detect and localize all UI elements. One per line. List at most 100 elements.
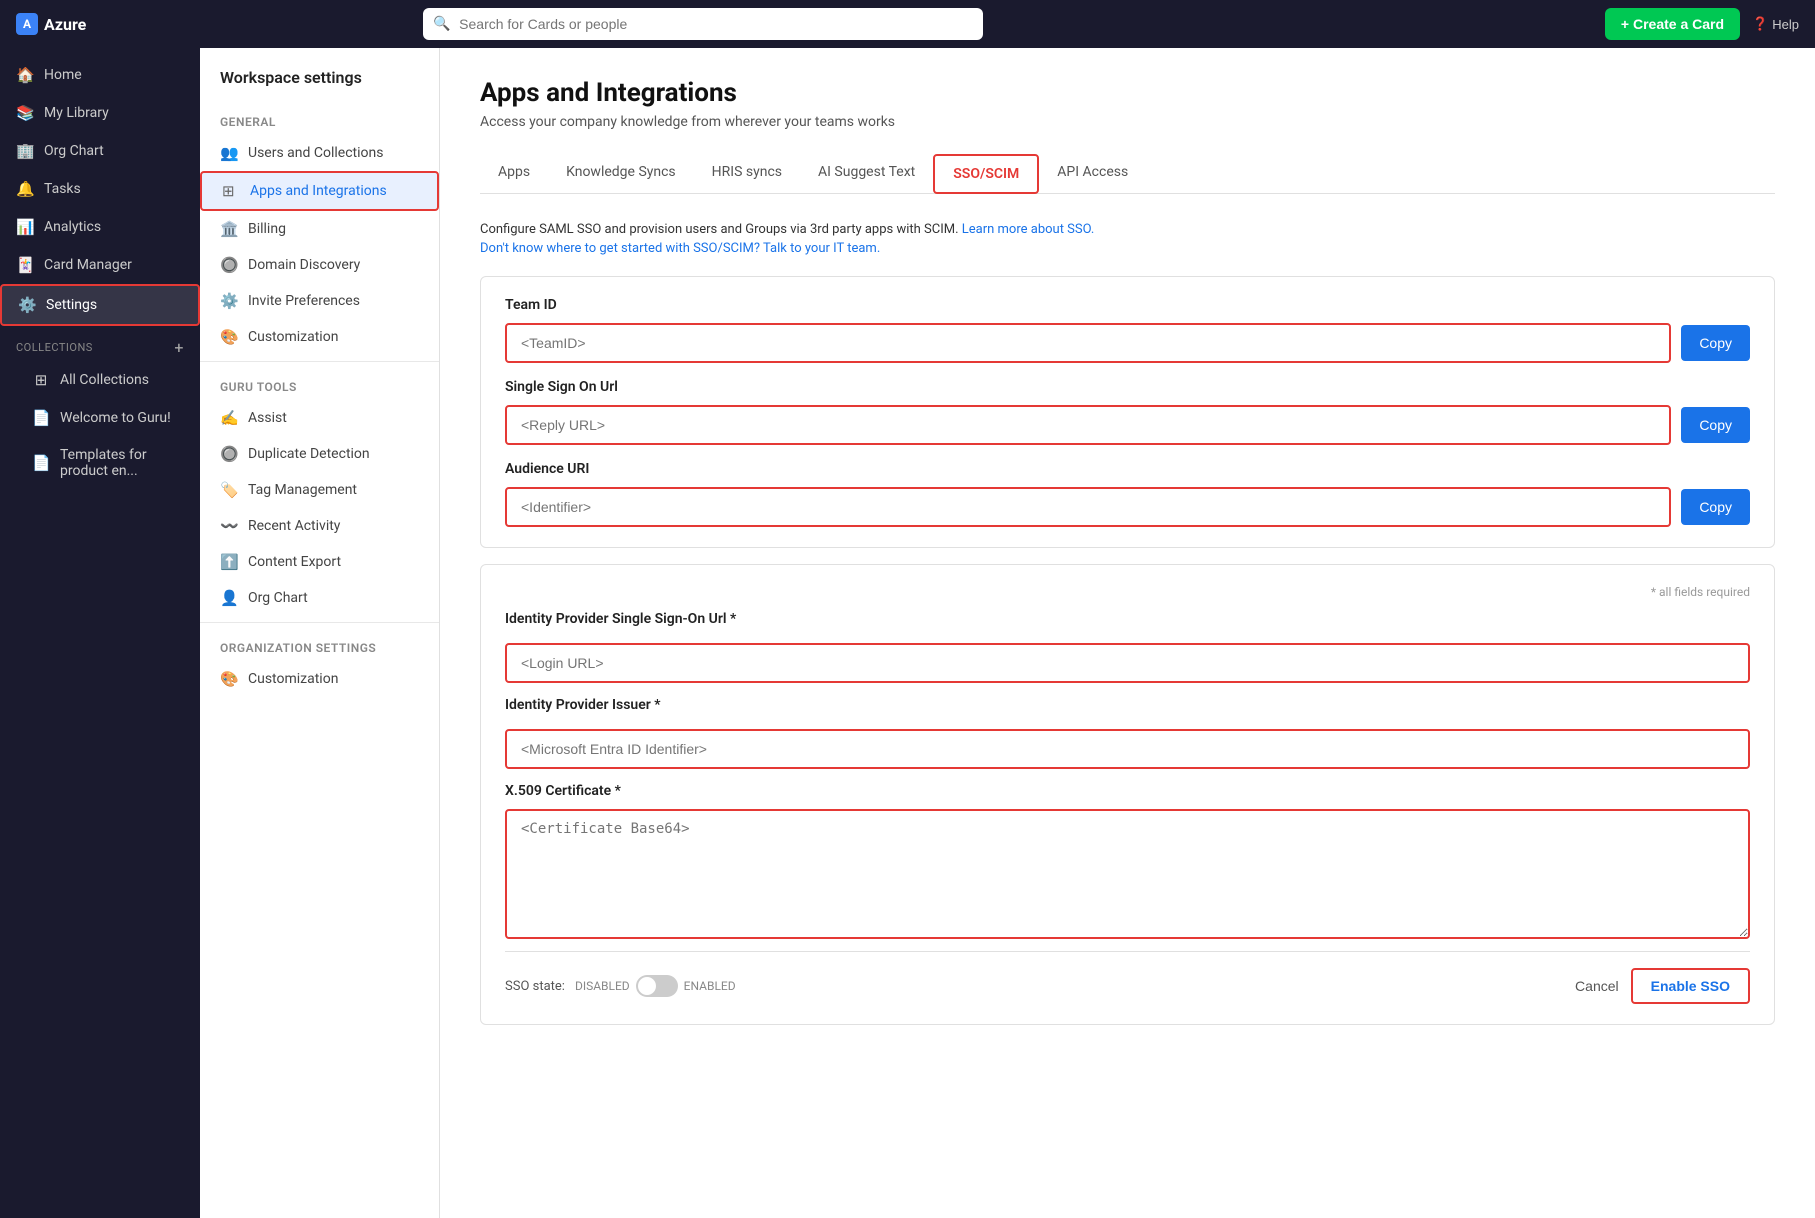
sso-learn-more-link[interactable]: Learn more about SSO.	[962, 222, 1095, 237]
tab-api-access[interactable]: API Access	[1039, 154, 1146, 194]
sso-description: Configure SAML SSO and provision users a…	[480, 222, 1775, 237]
add-collection-button[interactable]: +	[174, 338, 184, 357]
topbar: A Azure 🔍 + Create a Card ❓ Help	[0, 0, 1815, 48]
help-icon: ❓	[1752, 16, 1768, 32]
sidebar-item-settings[interactable]: ⚙️ Settings	[0, 284, 200, 326]
org-chart-icon: 🏢	[16, 142, 34, 160]
team-id-label: Team ID	[505, 297, 1750, 313]
nav-customization-general[interactable]: 🎨 Customization	[200, 319, 439, 355]
settings-nav: Workspace settings General 👥 Users and C…	[200, 48, 440, 1218]
org-chart-nav-icon: 👤	[220, 589, 238, 607]
tag-icon: 🏷️	[220, 481, 238, 499]
idp-sso-url-label: Identity Provider Single Sign-On Url *	[505, 611, 1750, 627]
tabs: Apps Knowledge Syncs HRIS syncs AI Sugge…	[480, 154, 1775, 194]
sso-desc2: Don't know where to get started with SSO…	[480, 241, 1775, 256]
sidebar-item-card-manager[interactable]: 🃏 Card Manager	[0, 246, 200, 284]
nav-recent-activity[interactable]: 〰️ Recent Activity	[200, 508, 439, 544]
nav-domain-discovery[interactable]: 🔘 Domain Discovery	[200, 247, 439, 283]
settings-icon: ⚙️	[18, 296, 36, 314]
general-section-label: General	[200, 103, 439, 135]
nav-assist[interactable]: ✍️ Assist	[200, 400, 439, 436]
customization2-icon: 🎨	[220, 670, 238, 688]
team-id-copy-button[interactable]: Copy	[1681, 325, 1750, 361]
main-layout: 🏠 Home 📚 My Library 🏢 Org Chart 🔔 Tasks …	[0, 48, 1815, 1218]
welcome-icon: 📄	[32, 409, 50, 427]
settings-nav-title: Workspace settings	[200, 68, 439, 103]
nav-billing[interactable]: 🏛️ Billing	[200, 211, 439, 247]
sso-url-label: Single Sign On Url	[505, 379, 1750, 395]
required-note: * all fields required	[505, 585, 1750, 599]
guru-tools-section-label: Guru Tools	[200, 368, 439, 400]
nav-apps-integrations[interactable]: ⊞ Apps and Integrations	[200, 171, 439, 211]
sso-url-input[interactable]	[505, 405, 1671, 445]
analytics-icon: 📊	[16, 218, 34, 236]
tab-knowledge-syncs[interactable]: Knowledge Syncs	[548, 154, 694, 194]
tab-apps[interactable]: Apps	[480, 154, 548, 194]
audience-uri-copy-button[interactable]: Copy	[1681, 489, 1750, 525]
users-icon: 👥	[220, 144, 238, 162]
sidebar: 🏠 Home 📚 My Library 🏢 Org Chart 🔔 Tasks …	[0, 48, 200, 1218]
all-collections-icon: ⊞	[32, 371, 50, 389]
enable-sso-button[interactable]: Enable SSO	[1631, 968, 1750, 1004]
nav-content-export[interactable]: ⬆️ Content Export	[200, 544, 439, 580]
home-icon: 🏠	[16, 66, 34, 84]
page-subtitle: Access your company knowledge from where…	[480, 114, 1775, 130]
audience-uri-input[interactable]	[505, 487, 1671, 527]
topbar-right: + Create a Card ❓ Help	[1605, 8, 1799, 40]
idp-issuer-input[interactable]	[505, 729, 1750, 769]
sso-toggle[interactable]	[636, 975, 678, 997]
nav-duplicate-detection[interactable]: 🔘 Duplicate Detection	[200, 436, 439, 472]
search-icon: 🔍	[433, 16, 450, 32]
tab-sso-scim[interactable]: SSO/SCIM	[933, 154, 1039, 194]
tasks-icon: 🔔	[16, 180, 34, 198]
team-id-input[interactable]	[505, 323, 1671, 363]
audience-uri-row: Copy	[505, 487, 1750, 527]
nav-customization-org[interactable]: 🎨 Customization	[200, 661, 439, 697]
sidebar-item-my-library[interactable]: 📚 My Library	[0, 94, 200, 132]
idp-sso-url-input[interactable]	[505, 643, 1750, 683]
sso-state: SSO state: DISABLED ENABLED	[505, 975, 736, 997]
billing-icon: 🏛️	[220, 220, 238, 238]
nav-users-collections[interactable]: 👥 Users and Collections	[200, 135, 439, 171]
x509-textarea[interactable]	[505, 809, 1750, 939]
idp-issuer-label: Identity Provider Issuer *	[505, 697, 1750, 713]
customization-icon: 🎨	[220, 328, 238, 346]
card-manager-icon: 🃏	[16, 256, 34, 274]
sidebar-item-templates[interactable]: 📄 Templates for product en...	[0, 437, 200, 489]
sidebar-item-analytics[interactable]: 📊 Analytics	[0, 208, 200, 246]
nav-invite-preferences[interactable]: ⚙️ Invite Preferences	[200, 283, 439, 319]
duplicate-icon: 🔘	[220, 445, 238, 463]
sidebar-item-home[interactable]: 🏠 Home	[0, 56, 200, 94]
tab-ai-suggest[interactable]: AI Suggest Text	[800, 154, 933, 194]
audience-uri-label: Audience URI	[505, 461, 1750, 477]
collections-section: Collections +	[0, 326, 200, 361]
sso-url-row: Copy	[505, 405, 1750, 445]
nav-tag-management[interactable]: 🏷️ Tag Management	[200, 472, 439, 508]
nav-divider-2	[200, 622, 439, 623]
logo: A Azure	[16, 13, 86, 35]
page-title: Apps and Integrations	[480, 78, 1775, 108]
main-content: Apps and Integrations Access your compan…	[440, 48, 1815, 1218]
org-settings-section-label: Organization Settings	[200, 629, 439, 661]
tab-hris-syncs[interactable]: HRIS syncs	[694, 154, 800, 194]
sso-footer: SSO state: DISABLED ENABLED Cancel Enabl…	[505, 951, 1750, 1004]
sso-toggle-wrap: DISABLED ENABLED	[575, 975, 736, 997]
sidebar-item-org-chart[interactable]: 🏢 Org Chart	[0, 132, 200, 170]
logo-icon: A	[16, 13, 38, 35]
search-input[interactable]	[423, 8, 983, 40]
nav-divider-1	[200, 361, 439, 362]
team-id-row: Copy	[505, 323, 1750, 363]
activity-icon: 〰️	[220, 517, 238, 535]
provider-fields-card: * all fields required Identity Provider …	[480, 564, 1775, 1025]
nav-org-chart[interactable]: 👤 Org Chart	[200, 580, 439, 616]
cancel-button[interactable]: Cancel	[1575, 978, 1619, 994]
sidebar-item-all-collections[interactable]: ⊞ All Collections	[0, 361, 200, 399]
sso-url-copy-button[interactable]: Copy	[1681, 407, 1750, 443]
footer-buttons: Cancel Enable SSO	[1575, 968, 1750, 1004]
create-card-button[interactable]: + Create a Card	[1605, 8, 1740, 40]
help-button[interactable]: ❓ Help	[1752, 16, 1799, 32]
export-icon: ⬆️	[220, 553, 238, 571]
sidebar-item-welcome-guru[interactable]: 📄 Welcome to Guru!	[0, 399, 200, 437]
logo-text: Azure	[44, 15, 86, 34]
sidebar-item-tasks[interactable]: 🔔 Tasks	[0, 170, 200, 208]
